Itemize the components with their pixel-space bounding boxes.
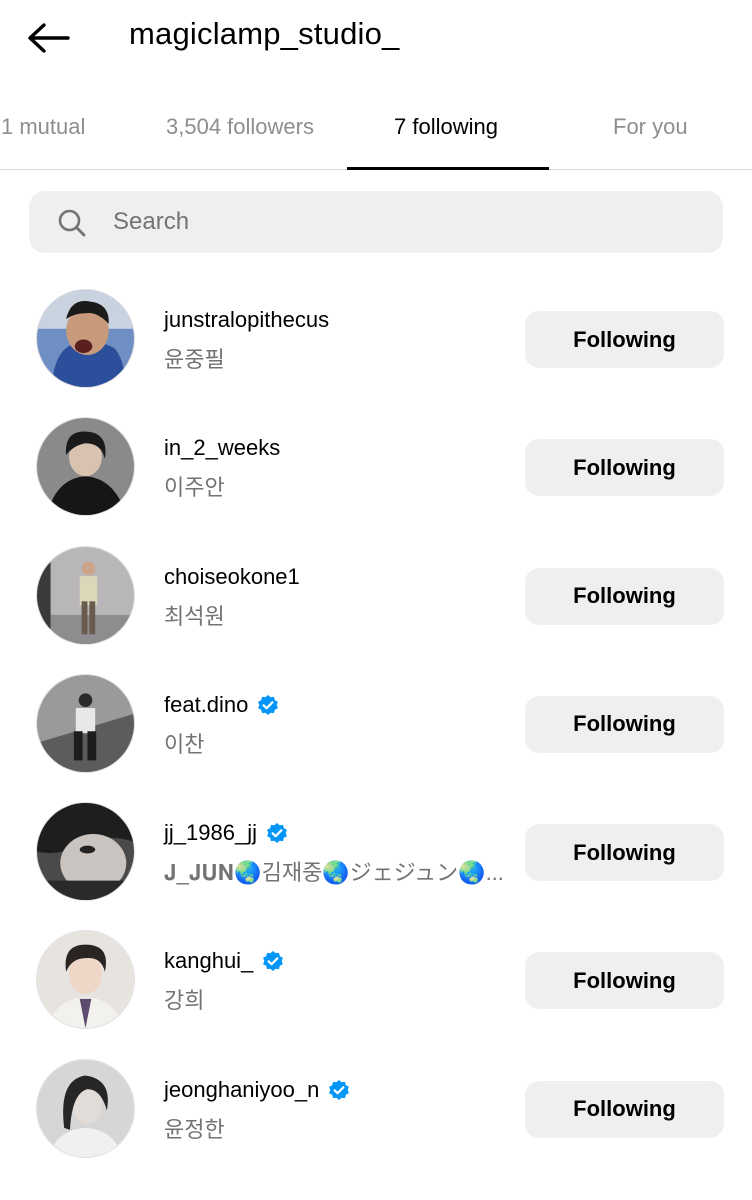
username[interactable]: jeonghaniyoo_n	[164, 1077, 319, 1103]
full-name: 𝐉_𝐉𝐔𝐍🌏김재중🌏ジェジュン🌏...	[164, 860, 504, 886]
following-button[interactable]: Following	[525, 695, 724, 753]
search-bar	[29, 191, 723, 253]
arrow-left-icon	[28, 23, 70, 53]
avatar[interactable]	[36, 1058, 135, 1158]
search-icon	[58, 209, 86, 237]
following-button[interactable]: Following	[525, 952, 724, 1010]
avatar[interactable]	[36, 417, 135, 517]
following-button[interactable]: Following	[525, 567, 724, 625]
verified-badge-icon	[263, 951, 284, 972]
username[interactable]: in_2_weeks	[164, 435, 280, 461]
username[interactable]: feat.dino	[164, 692, 248, 718]
list-item[interactable]: junstralopithecus 윤중필 Following	[0, 289, 752, 417]
following-button[interactable]: Following	[525, 439, 724, 497]
search-input[interactable]	[113, 191, 693, 253]
verified-badge-icon	[258, 694, 279, 715]
active-tab-indicator	[347, 167, 549, 170]
username[interactable]: junstralopithecus	[164, 307, 329, 333]
username[interactable]: choiseokone1	[164, 564, 300, 590]
back-button[interactable]	[26, 17, 74, 59]
full-name: 윤정한	[164, 1116, 225, 1142]
list-item[interactable]: feat.dino 이찬 Following	[0, 673, 752, 802]
avatar[interactable]	[36, 802, 135, 902]
tab-mutual[interactable]: 1 mutual	[1, 114, 85, 140]
full-name: 강희	[164, 988, 205, 1014]
full-name: 이찬	[164, 731, 205, 757]
avatar[interactable]	[36, 673, 135, 773]
verified-badge-icon	[267, 823, 287, 844]
avatar[interactable]	[36, 289, 135, 388]
page-title: magiclamp_studio_	[129, 16, 400, 51]
list-item[interactable]: jj_1986_jj 𝐉_𝐉𝐔𝐍🌏김재중🌏ジェジュン🌏... Following	[0, 802, 752, 930]
full-name: 최석원	[164, 603, 225, 629]
verified-badge-icon	[329, 1079, 350, 1100]
tab-for-you[interactable]: For you	[613, 114, 688, 140]
tab-followers[interactable]: 3,504 followers	[166, 114, 314, 140]
tab-following[interactable]: 7 following	[394, 114, 498, 140]
list-item[interactable]: in_2_weeks 이주안 Following	[0, 417, 752, 545]
avatar[interactable]	[36, 930, 135, 1030]
following-button[interactable]: Following	[525, 311, 724, 368]
avatar[interactable]	[36, 545, 135, 645]
full-name: 윤중필	[164, 347, 225, 372]
tab-bar: 1 mutual 3,504 followers 7 following For…	[0, 92, 752, 170]
following-button[interactable]: Following	[525, 824, 724, 882]
username[interactable]: kanghui_	[164, 948, 253, 974]
full-name: 이주안	[164, 475, 225, 501]
following-list: junstralopithecus 윤중필 Following in_2_wee…	[0, 289, 752, 1187]
username[interactable]: jj_1986_jj	[164, 820, 257, 846]
following-button[interactable]: Following	[525, 1080, 724, 1138]
list-item[interactable]: jeonghaniyoo_n 윤정한 Following	[0, 1058, 752, 1187]
top-bar: magiclamp_studio_	[0, 0, 752, 80]
list-item[interactable]: choiseokone1 최석원 Following	[0, 545, 752, 674]
list-item[interactable]: kanghui_ 강희 Following	[0, 930, 752, 1058]
